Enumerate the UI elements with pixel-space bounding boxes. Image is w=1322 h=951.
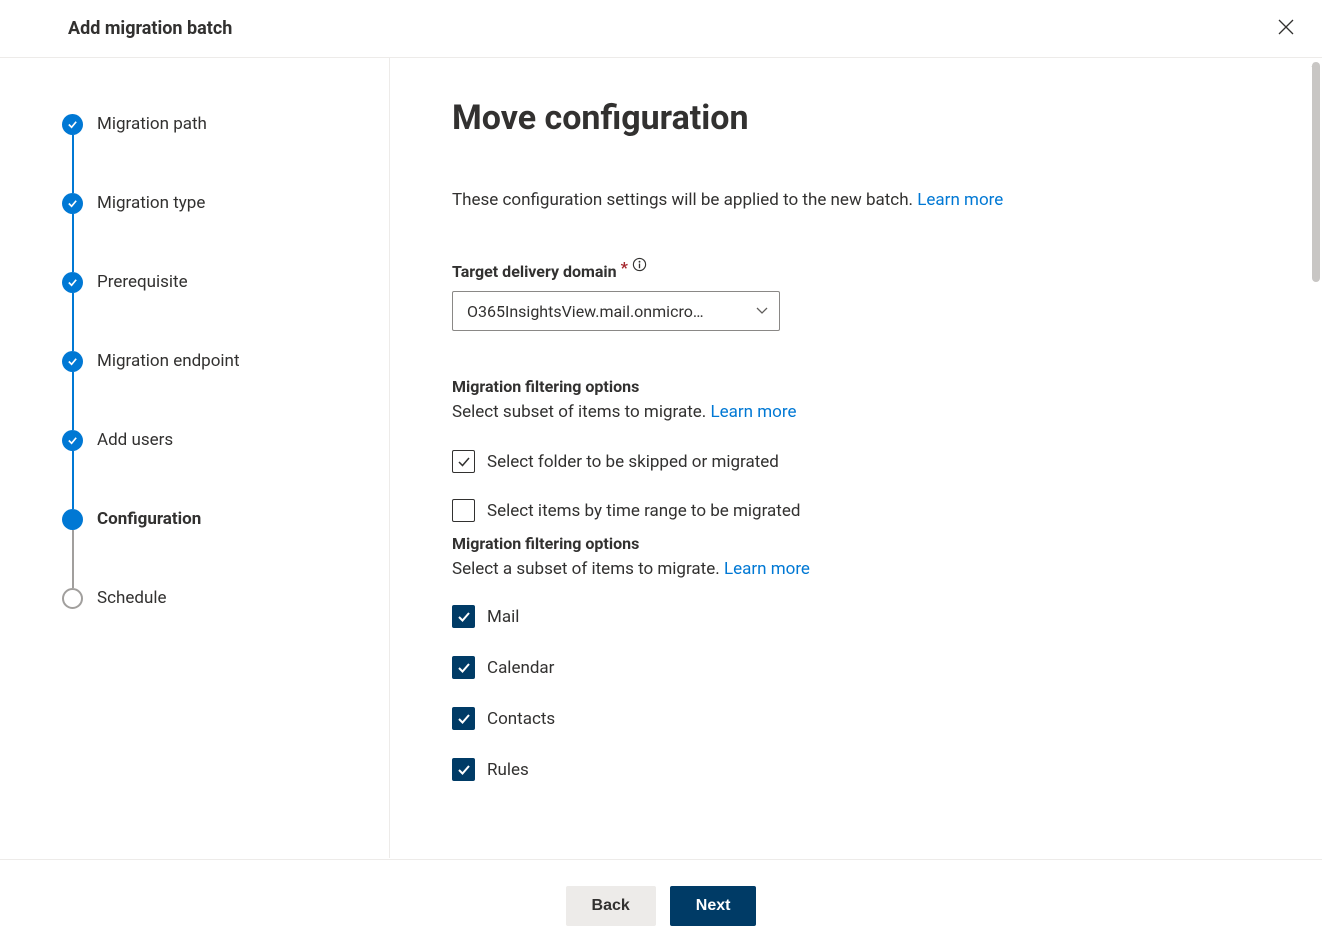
learn-more-link[interactable]: Learn more <box>917 190 1003 210</box>
checkbox-calendar-label: Calendar <box>487 658 554 678</box>
checkbox-folder-label: Select folder to be skipped or migrated <box>487 452 779 472</box>
description: These configuration settings will be app… <box>452 190 1282 210</box>
filtering-options-heading-2: Migration filtering options <box>452 534 1282 553</box>
info-icon[interactable] <box>632 257 647 272</box>
step-label: Migration endpoint <box>97 351 240 372</box>
checkmark-icon <box>62 193 83 214</box>
next-button[interactable]: Next <box>670 886 757 926</box>
description-text: These configuration settings will be app… <box>452 190 917 210</box>
checkmark-icon <box>62 351 83 372</box>
checkmark-icon <box>62 272 83 293</box>
footer: Back Next <box>0 859 1322 951</box>
step-label: Prerequisite <box>97 272 188 293</box>
wizard-stepper: Migration path Migration type Prerequisi… <box>0 58 390 858</box>
filtering-options-sub: Select subset of items to migrate. Learn… <box>452 402 1282 422</box>
checkbox-folder[interactable] <box>452 450 475 473</box>
filtering-options-heading: Migration filtering options <box>452 377 1282 396</box>
checkbox-calendar[interactable] <box>452 656 475 679</box>
target-domain-select[interactable]: O365InsightsView.mail.onmicro… <box>452 291 780 331</box>
step-prerequisite[interactable]: Prerequisite <box>62 272 389 351</box>
page-title: Add migration batch <box>68 18 232 39</box>
checkbox-mail-label: Mail <box>487 607 519 627</box>
step-label: Migration type <box>97 193 205 214</box>
upcoming-step-icon <box>62 588 83 609</box>
chevron-down-icon <box>755 302 769 321</box>
step-migration-path[interactable]: Migration path <box>62 114 389 193</box>
step-add-users[interactable]: Add users <box>62 430 389 509</box>
step-label: Add users <box>97 430 173 451</box>
checkbox-timerange-label: Select items by time range to be migrate… <box>487 501 800 521</box>
step-configuration[interactable]: Configuration <box>62 509 389 588</box>
scrollbar-thumb[interactable] <box>1312 62 1320 282</box>
main-content: Move configuration These configuration s… <box>390 58 1322 858</box>
checkmark-icon <box>62 114 83 135</box>
checkbox-timerange[interactable] <box>452 499 475 522</box>
learn-more-link[interactable]: Learn more <box>724 559 810 579</box>
checkbox-contacts[interactable] <box>452 707 475 730</box>
back-button[interactable]: Back <box>566 886 656 926</box>
step-label: Schedule <box>97 588 166 609</box>
step-schedule[interactable]: Schedule <box>62 588 389 667</box>
step-label: Migration path <box>97 114 207 135</box>
page-heading: Move configuration <box>452 98 1282 138</box>
checkbox-rules[interactable] <box>452 758 475 781</box>
step-migration-type[interactable]: Migration type <box>62 193 389 272</box>
learn-more-link[interactable]: Learn more <box>710 402 796 422</box>
select-value: O365InsightsView.mail.onmicro… <box>467 302 704 321</box>
target-domain-label: Target delivery domain * <box>452 262 647 281</box>
filtering-options-sub-2: Select a subset of items to migrate. Lea… <box>452 559 1282 579</box>
close-button[interactable] <box>1270 13 1302 45</box>
checkbox-rules-label: Rules <box>487 760 529 780</box>
required-indicator: * <box>621 258 628 277</box>
checkmark-icon <box>62 430 83 451</box>
step-migration-endpoint[interactable]: Migration endpoint <box>62 351 389 430</box>
current-step-icon <box>62 509 83 530</box>
checkbox-contacts-label: Contacts <box>487 709 555 729</box>
step-label: Configuration <box>97 509 201 530</box>
checkbox-mail[interactable] <box>452 605 475 628</box>
close-icon <box>1278 19 1294 39</box>
